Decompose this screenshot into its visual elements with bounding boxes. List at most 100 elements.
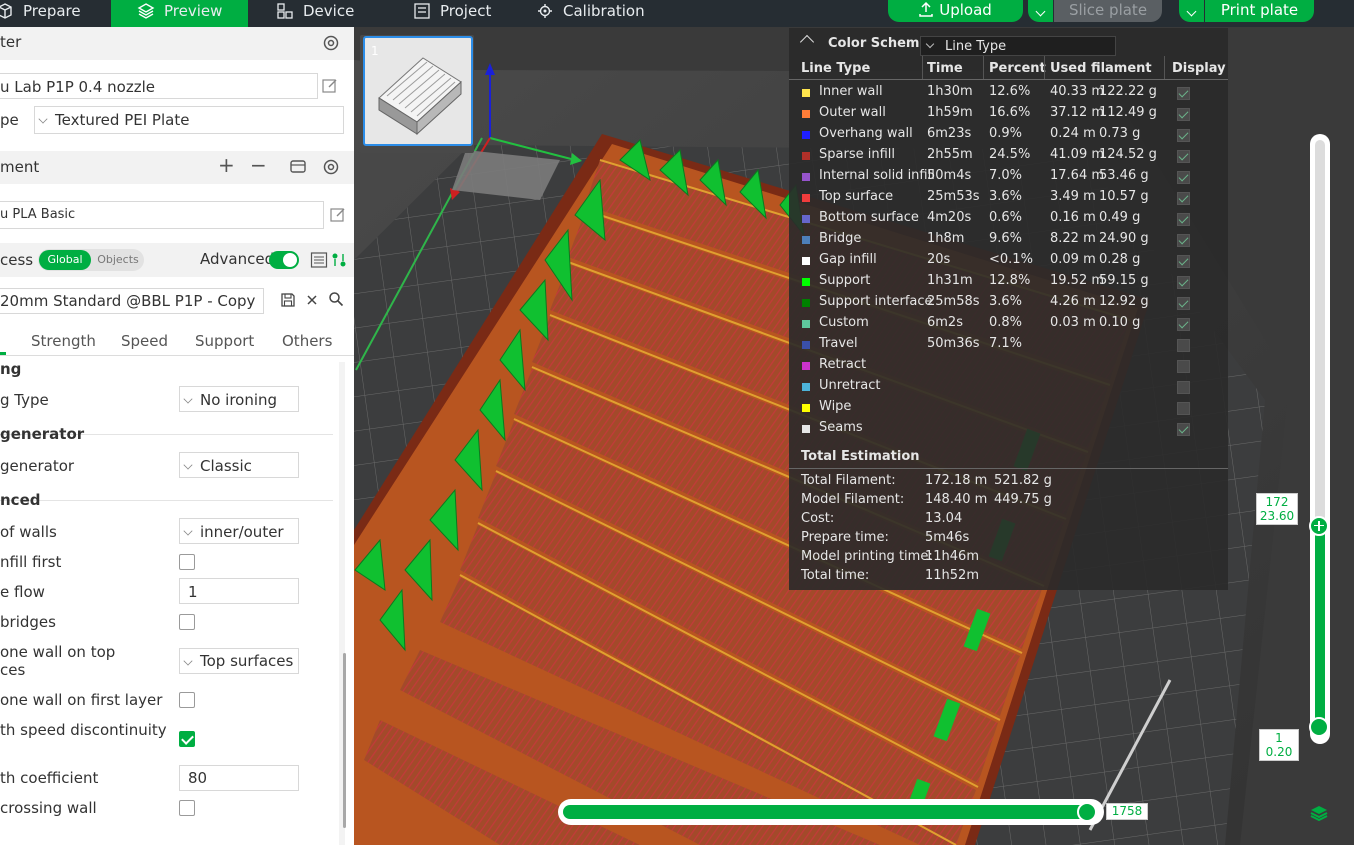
display-checkbox[interactable]: [1177, 108, 1190, 121]
print-dropdown-button[interactable]: [1179, 0, 1204, 22]
legend-row[interactable]: Support 1h31m 12.8% 19.52 m 59.15 g: [789, 273, 1228, 294]
close-icon[interactable]: [305, 292, 319, 311]
smooth-speed-discontinuity-checkbox[interactable]: [179, 731, 195, 747]
line-type-length: 40.33 m: [1050, 84, 1105, 99]
printer-name: u Lab P1P 0.4 nozzle: [0, 78, 155, 96]
display-checkbox[interactable]: [1177, 402, 1190, 415]
tab-support[interactable]: Support: [195, 332, 254, 350]
display-checkbox[interactable]: [1177, 255, 1190, 268]
filament-settings-gear-icon[interactable]: [321, 157, 341, 181]
legend-row[interactable]: Bridge 1h8m 9.6% 8.22 m 24.90 g: [789, 231, 1228, 252]
display-checkbox[interactable]: [1177, 360, 1190, 373]
avoid-crossing-wall-checkbox[interactable]: [179, 800, 195, 816]
edit-printer-icon[interactable]: [321, 77, 339, 99]
display-checkbox[interactable]: [1177, 213, 1190, 226]
line-type-time: 1h8m: [927, 231, 965, 246]
color-scheme-select[interactable]: Line Type: [920, 36, 1116, 56]
legend-row[interactable]: Retract: [789, 357, 1228, 378]
thick-bridges-checkbox[interactable]: [179, 614, 195, 630]
filament-sync-icon[interactable]: [289, 157, 309, 179]
legend-row[interactable]: Top surface 25m53s 3.6% 3.49 m 10.57 g: [789, 189, 1228, 210]
plate-number: 1: [371, 44, 379, 58]
compare-icon[interactable]: [331, 252, 347, 272]
plate-1-thumbnail[interactable]: 1: [363, 36, 473, 146]
tab-strength[interactable]: Strength: [31, 332, 96, 350]
col-header-used-filament: Used filament: [1050, 61, 1152, 76]
plate-thumbnail-image: [378, 57, 462, 136]
legend-row[interactable]: Wipe: [789, 399, 1228, 420]
legend-row[interactable]: Unretract: [789, 378, 1228, 399]
total-estimation-title: Total Estimation: [801, 449, 920, 464]
one-wall-first-layer-checkbox[interactable]: [179, 692, 195, 708]
legend-row[interactable]: Support interface 25m58s 3.6% 4.26 m 12.92 g: [789, 294, 1228, 315]
top-layer-tag: 172 23.60: [1256, 493, 1298, 525]
display-checkbox[interactable]: [1177, 150, 1190, 163]
ironing-type-value: No ironing: [200, 391, 278, 409]
toggle-global[interactable]: Global: [39, 250, 91, 270]
display-checkbox[interactable]: [1177, 339, 1190, 352]
layer-slider-bottom-handle[interactable]: [1309, 717, 1329, 737]
advanced-toggle[interactable]: [269, 251, 299, 269]
display-checkbox[interactable]: [1177, 192, 1190, 205]
line-type-weight: 124.52 g: [1099, 147, 1157, 162]
display-checkbox[interactable]: [1177, 129, 1190, 142]
remove-filament-icon[interactable]: −: [250, 153, 267, 177]
tab-others[interactable]: Others: [282, 332, 332, 350]
legend-row[interactable]: Custom 6m2s 0.8% 0.03 m 0.10 g: [789, 315, 1228, 336]
layers-toggle-icon[interactable]: [1309, 803, 1329, 827]
legend-row[interactable]: Sparse infill 2h55m 24.5% 41.09 m 124.52 g: [789, 147, 1228, 168]
list-view-icon[interactable]: [310, 251, 328, 273]
tab-prepare[interactable]: Prepare: [0, 0, 104, 27]
line-type-name: Internal solid infill: [819, 168, 935, 183]
tab-project[interactable]: Project: [413, 0, 523, 27]
display-checkbox[interactable]: [1177, 423, 1190, 436]
move-slider-handle[interactable]: [1077, 802, 1097, 822]
add-filament-icon[interactable]: +: [218, 153, 235, 177]
line-type-swatch: [802, 320, 810, 328]
total-value-secondary: 449.75 g: [994, 492, 1052, 507]
line-type-name: Support interface: [819, 294, 933, 309]
legend-row[interactable]: Overhang wall 6m23s 0.9% 0.24 m 0.73 g: [789, 126, 1228, 147]
legend-row[interactable]: Bottom surface 4m20s 0.6% 0.16 m 0.49 g: [789, 210, 1228, 231]
search-icon[interactable]: [328, 291, 344, 311]
layer-slider-top-handle[interactable]: [1309, 516, 1329, 536]
total-label: Prepare time:: [801, 530, 889, 545]
display-checkbox[interactable]: [1177, 297, 1190, 310]
legend-row[interactable]: Internal solid infill 50m4s 7.0% 17.64 m 53.…: [789, 168, 1228, 189]
tab-calibration[interactable]: Calibration: [536, 0, 676, 27]
tab-preview[interactable]: Preview: [111, 0, 248, 27]
slice-plate-button[interactable]: Slice plate: [1054, 0, 1162, 22]
tab-speed[interactable]: Speed: [121, 332, 168, 350]
edit-filament-icon[interactable]: [329, 206, 347, 228]
line-type-name: Overhang wall: [819, 126, 913, 141]
legend-row[interactable]: Inner wall 1h30m 12.6% 40.33 m 122.22 g: [789, 84, 1228, 105]
legend-row[interactable]: Seams: [789, 420, 1228, 441]
save-profile-icon[interactable]: [280, 292, 296, 312]
collapse-legend-icon[interactable]: [799, 34, 815, 50]
display-checkbox[interactable]: [1177, 87, 1190, 100]
line-type-percent: 0.9%: [989, 126, 1023, 141]
display-checkbox[interactable]: [1177, 318, 1190, 331]
line-type-name: Outer wall: [819, 105, 886, 120]
top-layer-number: 172: [1265, 495, 1289, 509]
legend-row[interactable]: Travel 50m36s 7.1%: [789, 336, 1228, 357]
display-checkbox[interactable]: [1177, 381, 1190, 394]
slice-dropdown-button[interactable]: [1028, 0, 1053, 22]
display-checkbox[interactable]: [1177, 276, 1190, 289]
legend-row[interactable]: Gap infill 20s <0.1% 0.09 m 0.28 g: [789, 252, 1228, 273]
upload-icon: [919, 0, 933, 23]
display-checkbox[interactable]: [1177, 234, 1190, 247]
line-type-name: Custom: [819, 315, 869, 330]
printer-settings-gear-icon[interactable]: [321, 33, 341, 57]
layer-slider-rail: [1315, 140, 1325, 530]
infill-first-checkbox[interactable]: [179, 554, 195, 570]
tab-device[interactable]: Device: [276, 0, 386, 27]
display-checkbox[interactable]: [1177, 171, 1190, 184]
upload-button[interactable]: Upload: [888, 0, 1023, 22]
print-plate-button[interactable]: Print plate: [1205, 0, 1314, 22]
tab-calibration-label: Calibration: [563, 2, 645, 20]
toggle-objects[interactable]: Objects: [92, 250, 144, 270]
settings-scrollbar-thumb[interactable]: [343, 653, 346, 828]
line-type-time: 6m2s: [927, 315, 963, 330]
legend-row[interactable]: Outer wall 1h59m 16.6% 37.12 m 112.49 g: [789, 105, 1228, 126]
